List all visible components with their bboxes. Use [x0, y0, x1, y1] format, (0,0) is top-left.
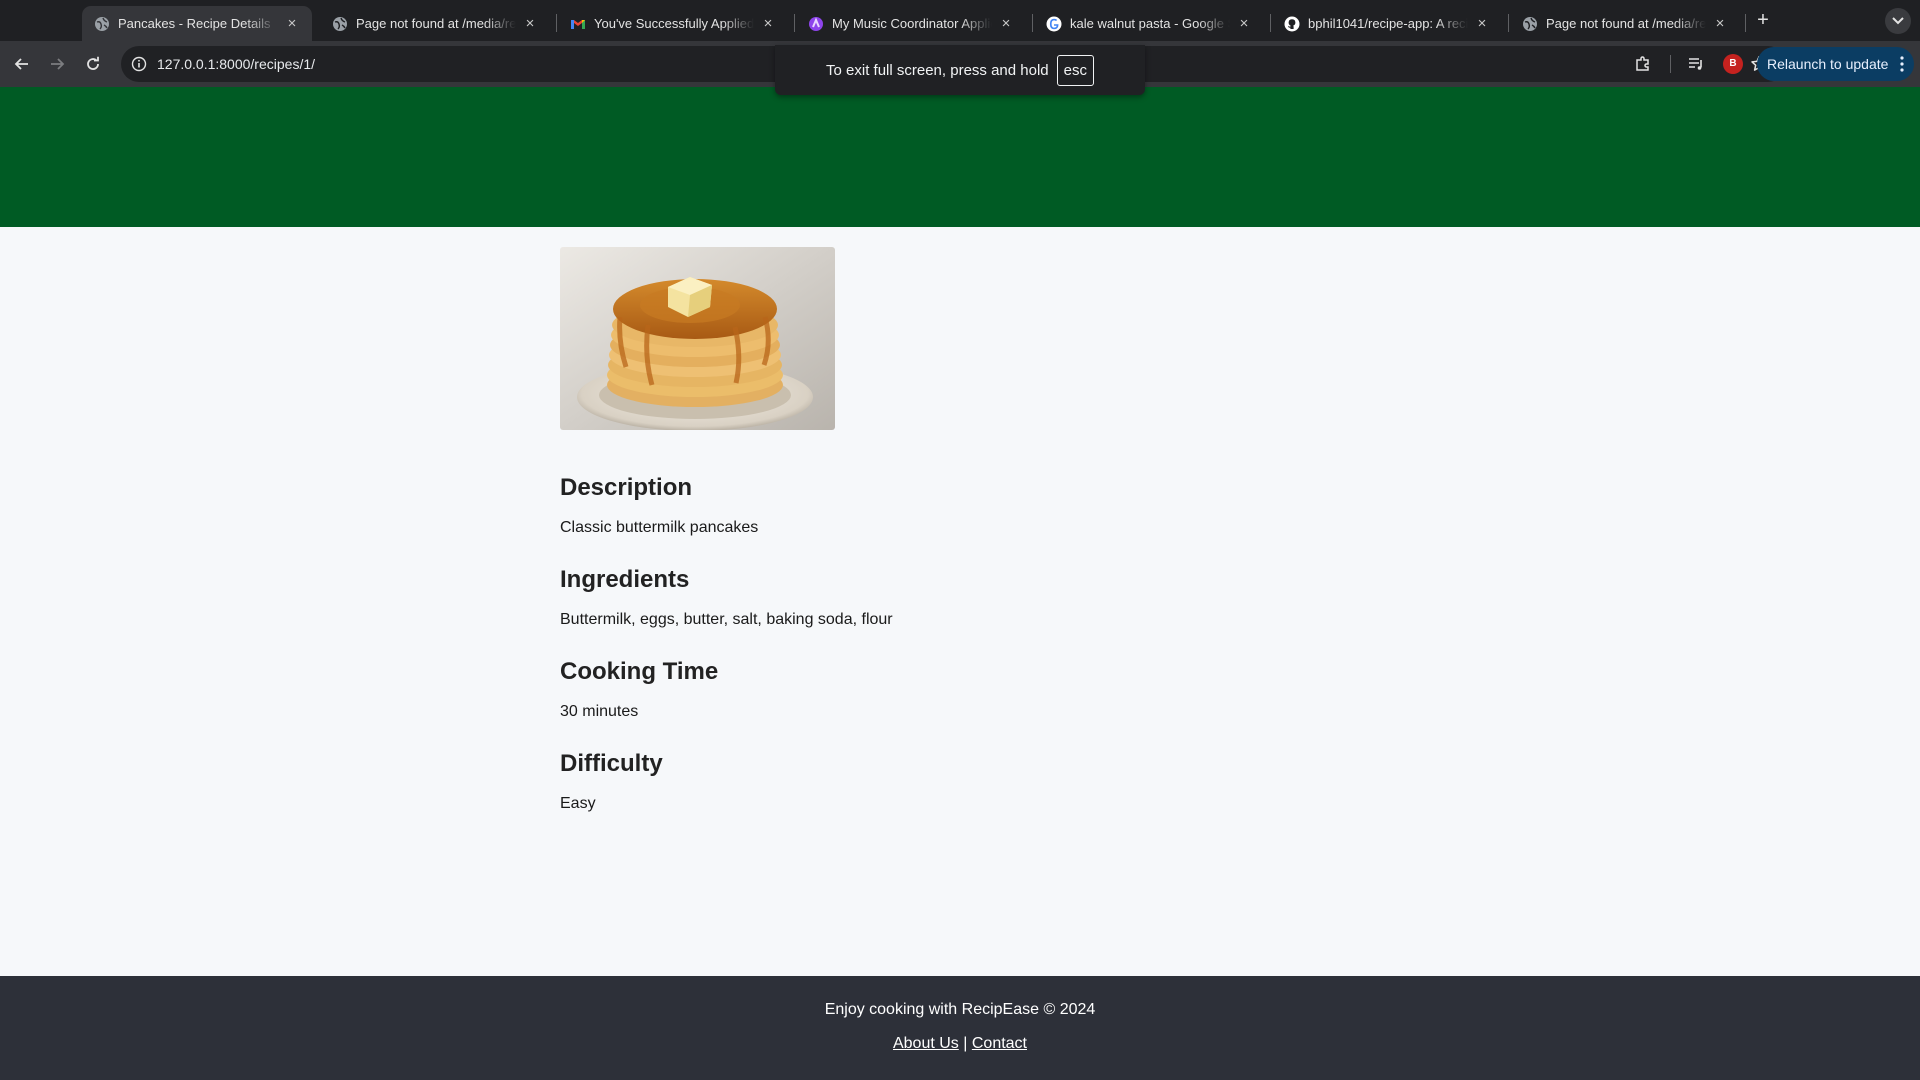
ingredients-text: Buttermilk, eggs, butter, salt, baking s… — [560, 611, 893, 628]
close-tab-icon[interactable]: × — [1474, 15, 1490, 32]
media-controls-button[interactable] — [1685, 53, 1707, 75]
tab-separator — [794, 14, 795, 32]
app-icon — [808, 16, 824, 32]
site-footer: Enjoy cooking with RecipEase © 2024 Abou… — [0, 976, 1920, 1080]
chevron-down-icon — [1892, 17, 1904, 25]
close-tab-icon[interactable]: × — [522, 15, 538, 32]
tab-separator — [1270, 14, 1271, 32]
description-heading: Description — [560, 474, 693, 501]
tab-title: Pancakes - Recipe Details — [118, 16, 271, 31]
tab-gmail[interactable]: You've Successfully Applied t × — [558, 6, 788, 41]
puzzle-icon — [1636, 56, 1649, 71]
tab-github-recipe-app[interactable]: bphil1041/recipe-app: A recip × — [1272, 6, 1502, 41]
recipe-image — [560, 247, 835, 430]
fullscreen-toast-text: To exit full screen, press and hold — [826, 61, 1049, 79]
tab-separator — [1508, 14, 1509, 32]
more-vertical-icon — [1900, 56, 1904, 72]
site-header-banner — [0, 87, 1920, 227]
contact-link[interactable]: Contact — [972, 1035, 1027, 1052]
reload-button[interactable] — [79, 50, 107, 78]
arrow-left-icon — [14, 58, 28, 70]
tab-separator — [1745, 14, 1746, 32]
tab-title: kale walnut pasta - Google Se — [1070, 16, 1230, 31]
footer-link-separator: | — [963, 1035, 968, 1052]
close-tab-icon[interactable]: × — [1712, 15, 1728, 32]
toolbar-separator — [1670, 55, 1671, 73]
gmail-icon — [570, 16, 586, 32]
site-info-icon[interactable] — [131, 56, 147, 72]
back-button[interactable] — [8, 50, 36, 78]
reload-icon — [87, 56, 99, 70]
tab-title: Page not found at /media/reci — [1546, 16, 1706, 31]
tab-search-button[interactable] — [1885, 8, 1911, 34]
close-tab-icon[interactable]: × — [760, 15, 776, 32]
difficulty-heading: Difficulty — [560, 750, 663, 777]
tab-separator — [1032, 14, 1033, 32]
tab-google-search[interactable]: kale walnut pasta - Google Se × — [1034, 6, 1264, 41]
tab-title: bphil1041/recipe-app: A recip — [1308, 16, 1468, 31]
tab-page-not-found-1[interactable]: Page not found at /media/reci × — [320, 6, 550, 41]
footer-links: About Us | Contact — [0, 1035, 1920, 1053]
difficulty-text: Easy — [560, 795, 596, 812]
close-tab-icon[interactable]: × — [1236, 15, 1252, 32]
description-text: Classic buttermilk pancakes — [560, 519, 759, 536]
cooking-time-heading: Cooking Time — [560, 658, 719, 685]
relaunch-to-update-button[interactable]: Relaunch to update — [1757, 47, 1914, 81]
close-tab-icon[interactable]: × — [998, 15, 1014, 32]
cooking-time-text: 30 minutes — [560, 703, 639, 720]
esc-key-label: esc — [1056, 54, 1094, 86]
url-text[interactable]: 127.0.0.1:8000/recipes/1/ — [157, 56, 315, 72]
arrow-right-icon — [51, 58, 65, 70]
globe-icon — [332, 16, 348, 32]
forward-button[interactable] — [43, 50, 71, 78]
github-icon — [1284, 16, 1300, 32]
extensions-button[interactable] — [1632, 53, 1654, 75]
new-tab-button[interactable]: + — [1750, 8, 1776, 34]
fullscreen-exit-toast: To exit full screen, press and hold esc — [775, 45, 1145, 95]
tab-separator — [556, 14, 557, 32]
globe-icon — [1522, 16, 1538, 32]
relaunch-label: Relaunch to update — [1767, 56, 1889, 72]
close-tab-icon[interactable]: × — [284, 15, 300, 32]
footer-tagline: Enjoy cooking with RecipEase © 2024 — [824, 1001, 1096, 1018]
tab-title: You've Successfully Applied t — [594, 16, 754, 31]
about-us-link[interactable]: About Us — [893, 1035, 959, 1052]
tab-title: Page not found at /media/reci — [356, 16, 516, 31]
ingredients-heading: Ingredients — [560, 566, 690, 593]
google-icon — [1046, 16, 1062, 32]
tab-page-not-found-2[interactable]: Page not found at /media/reci × — [1510, 6, 1740, 41]
profile-avatar[interactable]: B — [1723, 54, 1743, 74]
browser-tab-strip: Pancakes - Recipe Details × Page not fou… — [0, 0, 1920, 41]
tab-pancakes-recipe-details[interactable]: Pancakes - Recipe Details × — [82, 6, 312, 41]
queue-music-icon — [1689, 58, 1702, 70]
recipe-detail: Description Classic buttermilk pancakes … — [560, 247, 1460, 814]
tab-title: My Music Coordinator Applic — [832, 16, 992, 31]
globe-icon — [94, 16, 110, 32]
tab-music-coordinator[interactable]: My Music Coordinator Applic × — [796, 6, 1026, 41]
